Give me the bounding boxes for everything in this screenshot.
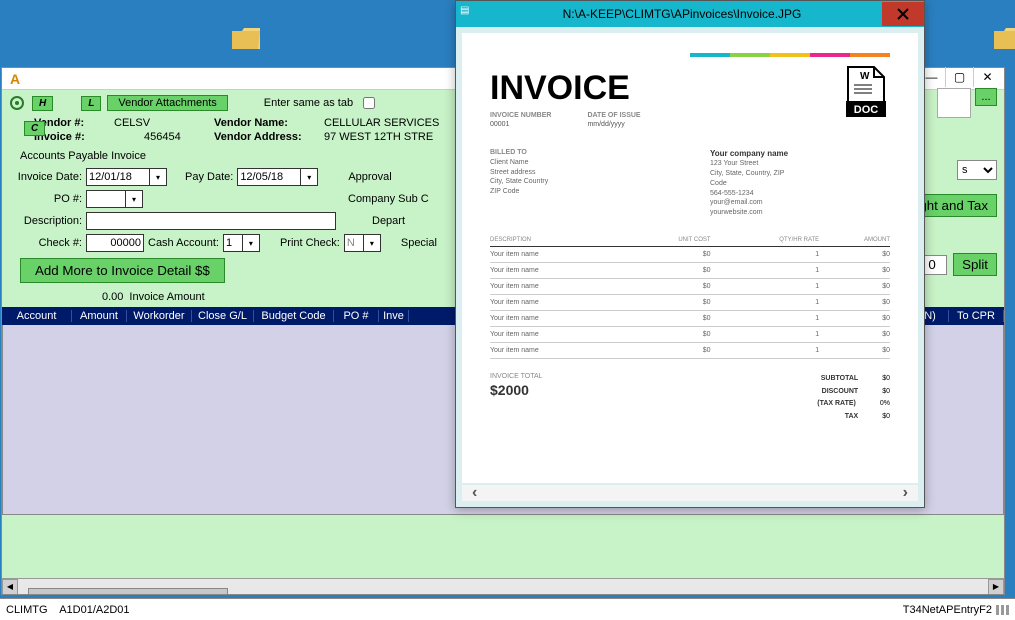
invoice-date-dropdown[interactable]: ▾ — [149, 168, 167, 186]
invoice-total-amount: $2000 — [490, 382, 817, 398]
image-preview-window: ▤ N:\A-KEEP\CLIMTG\APinvoices\Invoice.JP… — [455, 0, 925, 508]
status-left-1: CLIMTG — [6, 604, 48, 616]
col-cpr: To CPR — [949, 310, 1004, 322]
invoice-amount-value: 0.00 — [102, 291, 123, 303]
preview-title: N:\A-KEEP\CLIMTG\APinvoices\Invoice.JPG — [482, 7, 882, 21]
vendor-num-value: CELSV — [114, 117, 214, 129]
col-inve: Inve — [379, 310, 409, 322]
win-close-button[interactable]: ✕ — [973, 67, 1001, 87]
vendor-name-value: CELLULAR SERVICES — [324, 117, 439, 129]
po-label: PO #: — [8, 193, 86, 205]
cash-account-input[interactable] — [223, 234, 243, 252]
invoice-line-item: Your item name$01$0 — [490, 278, 890, 294]
cash-account-dropdown[interactable]: ▾ — [242, 234, 260, 252]
col-closegl: Close G/L — [192, 310, 254, 322]
invoice-date-label: Invoice Date: — [8, 171, 86, 183]
depart-label: Depart — [372, 215, 405, 227]
preview-next-button[interactable]: › — [893, 484, 918, 502]
horizontal-scrollbar[interactable]: ◀ ▶ — [2, 578, 1004, 594]
invoice-document: DOC W INVOICE INVOICE NUMBER00001 DATE OF … — [462, 33, 918, 483]
invoice-date-input[interactable] — [86, 168, 150, 186]
vendor-address-value: 97 WEST 12TH STRE — [324, 131, 433, 143]
scroll-thumb[interactable] — [28, 588, 228, 595]
svg-text:DOC: DOC — [854, 104, 879, 116]
desktop-folder-icon[interactable] — [230, 23, 262, 53]
vendor-attachments-button[interactable]: Vendor Attachments — [107, 95, 227, 111]
vendor-address-label: Vendor Address: — [214, 131, 324, 143]
preview-close-button[interactable] — [882, 2, 924, 26]
invoice-line-item: Your item name$01$0 — [490, 326, 890, 342]
po-dropdown[interactable]: ▾ — [125, 190, 143, 208]
preview-titlebar[interactable]: ▤ N:\A-KEEP\CLIMTG\APinvoices\Invoice.JP… — [456, 1, 924, 27]
enter-same-label: Enter same as tab — [264, 97, 353, 109]
invoice-amount-label: Invoice Amount — [129, 291, 204, 303]
desktop-folder-icon[interactable] — [992, 23, 1015, 53]
app-icon: A — [6, 70, 24, 88]
scroll-right-button[interactable]: ▶ — [988, 579, 1004, 595]
po-input[interactable] — [86, 190, 126, 208]
special-label: Special — [401, 237, 437, 249]
doc-file-icon: DOC W — [842, 65, 890, 121]
h-button[interactable]: H — [32, 96, 53, 111]
print-check-input[interactable] — [344, 234, 364, 252]
c-button[interactable]: C — [24, 121, 45, 136]
doc-meta: DATE OF ISSUEmm/dd/yyyy — [587, 112, 640, 128]
status-right: T34NetAPEntryF2 — [903, 604, 992, 616]
enter-same-checkbox[interactable] — [363, 97, 375, 109]
status-bar: CLIMTG A1D01/A2D01 T34NetAPEntryF2 — [0, 598, 1015, 620]
svg-text:W: W — [860, 71, 870, 82]
gear-icon[interactable] — [8, 94, 26, 112]
invoice-num-label: Invoice #: — [34, 131, 114, 143]
invoice-total-label: INVOICE TOTAL — [490, 373, 817, 380]
approval-label: Approval — [348, 171, 391, 183]
pay-date-label: Pay Date: — [185, 171, 233, 183]
win-maximize-button[interactable]: ▢ — [945, 67, 973, 87]
preview-app-icon: ▤ — [460, 5, 478, 23]
mini-preview-expand-button[interactable]: ... — [975, 88, 997, 106]
company-sub-label: Company Sub C — [348, 193, 429, 205]
preview-prev-button[interactable]: ‹ — [462, 484, 487, 502]
check-label: Check #: — [8, 237, 86, 249]
invoice-line-item: Your item name$01$0 — [490, 310, 890, 326]
invoice-num-value: 456454 — [114, 131, 214, 143]
col-amount: Amount — [72, 310, 127, 322]
col-workorder: Workorder — [127, 310, 192, 322]
check-input[interactable] — [86, 234, 144, 252]
print-check-dropdown[interactable]: ▾ — [363, 234, 381, 252]
vendor-name-label: Vendor Name: — [214, 117, 324, 129]
invoice-heading: INVOICE — [490, 69, 890, 108]
pay-date-input[interactable] — [237, 168, 301, 186]
col-budget: Budget Code — [254, 310, 334, 322]
mini-preview-thumbnail — [937, 88, 971, 118]
status-left-2: A1D01/A2D01 — [59, 604, 129, 616]
invoice-line-item: Your item name$01$0 — [490, 262, 890, 278]
print-check-label: Print Check: — [280, 237, 340, 249]
pay-date-dropdown[interactable]: ▾ — [300, 168, 318, 186]
invoice-line-item: Your item name$01$0 — [490, 342, 890, 358]
col-po: PO # — [334, 310, 379, 322]
right-select[interactable]: s — [957, 160, 997, 180]
doc-meta: INVOICE NUMBER00001 — [490, 112, 551, 128]
l-button[interactable]: L — [81, 96, 101, 111]
scroll-left-button[interactable]: ◀ — [2, 579, 18, 595]
add-more-button[interactable]: Add More to Invoice Detail $$ — [20, 258, 225, 283]
invoice-line-item: Your item name$01$0 — [490, 246, 890, 262]
split-button[interactable]: Split — [953, 253, 997, 276]
description-label: Description: — [8, 215, 86, 227]
vendor-num-label: Vendor #: — [34, 117, 114, 129]
invoice-line-item: Your item name$01$0 — [490, 294, 890, 310]
description-input[interactable] — [86, 212, 336, 230]
cash-account-label: Cash Account: — [148, 237, 219, 249]
col-account: Account — [2, 310, 72, 322]
